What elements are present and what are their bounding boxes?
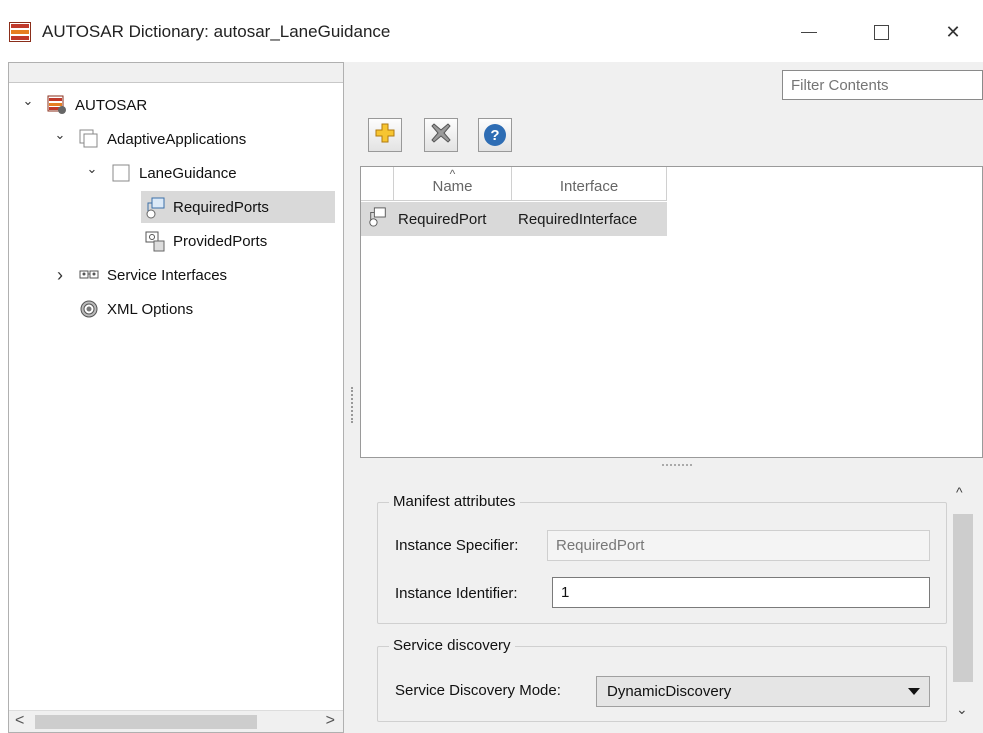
scroll-up-icon[interactable]: ^ [956,484,963,500]
ports-table: ^ Name Interface RequiredPort RequiredIn… [360,166,983,458]
filter-contents-input[interactable] [782,70,983,100]
tree-horizontal-scrollbar[interactable]: < > [9,710,343,732]
service-discovery-mode-label: Service Discovery Mode: [395,682,561,699]
minimize-button[interactable] [786,14,832,50]
scrollbar-thumb[interactable] [35,715,257,729]
table-row[interactable]: RequiredPort RequiredInterface [361,202,667,236]
cell-name: RequiredPort [398,210,487,228]
gear-icon [79,299,99,319]
column-header-name[interactable]: ^ Name [394,167,512,201]
tree-item-label: RequiredPorts [173,198,269,216]
splitter-grip-icon [351,387,353,423]
tree-item-required-ports[interactable]: RequiredPorts [141,191,335,223]
maximize-button[interactable] [858,14,904,50]
scroll-left-icon[interactable]: < [15,712,24,730]
tree-item-lane-guidance[interactable]: ⌄ LaneGuidance [85,157,237,189]
tree-item-label: XML Options [107,300,194,318]
chevron-down-icon[interactable]: ⌄ [53,127,67,143]
close-button[interactable]: ✕ [930,14,976,50]
tree-item-label: ProvidedPorts [173,232,268,250]
dropdown-arrow-icon [908,688,920,695]
service-discovery-mode-select[interactable]: DynamicDiscovery [596,676,930,707]
delete-icon [430,122,452,148]
delete-button[interactable] [424,118,458,152]
chevron-right-icon[interactable]: › [53,265,67,286]
tree-item-provided-ports[interactable]: ProvidedPorts [145,225,267,257]
tree-item-xml-options[interactable]: XML Options [79,293,193,325]
instance-specifier-label: Instance Specifier: [395,537,519,554]
add-icon [374,122,396,148]
package-icon [79,129,99,149]
sort-ascending-icon: ^ [449,167,456,181]
required-port-icon [145,197,165,219]
help-button[interactable]: ? [478,118,512,152]
instance-specifier-field: RequiredPort [547,530,930,561]
manifest-attributes-legend: Manifest attributes [389,493,520,510]
scroll-right-icon[interactable]: > [326,712,335,730]
autosar-dictionary-app-icon [9,22,31,42]
maximize-icon [873,24,889,40]
autosar-root-icon [47,95,67,115]
grid-properties-splitter[interactable] [360,458,983,474]
toolbar: ? [358,110,983,166]
close-icon: ✕ [945,21,961,42]
tree-item-label: LaneGuidance [139,164,237,182]
required-port-icon [368,207,388,231]
component-icon [111,163,131,183]
help-icon: ? [484,124,506,146]
minimize-icon [801,31,817,33]
splitter-grip-icon [662,464,692,466]
chevron-down-icon[interactable]: ⌄ [21,93,35,109]
cell-interface: RequiredInterface [518,210,638,228]
properties-panel: Manifest attributes Instance Specifier: … [360,474,983,733]
tree-item-service-interfaces[interactable]: › Service Interfaces [53,259,227,291]
instance-identifier-label: Instance Identifier: [395,585,518,602]
tree-item-adaptive-applications[interactable]: ⌄ AdaptiveApplications [53,123,246,155]
tree-item-label: AUTOSAR [75,96,148,114]
add-button[interactable] [368,118,402,152]
service-interface-icon [79,265,99,285]
tree-item-label: AdaptiveApplications [107,130,247,148]
chevron-down-icon[interactable]: ⌄ [85,161,99,177]
provided-port-icon [145,231,165,252]
tree-item-autosar[interactable]: ⌄ AUTOSAR [21,89,147,121]
title-bar: AUTOSAR Dictionary: autosar_LaneGuidance… [0,0,983,62]
properties-vertical-scrollbar[interactable]: ^ ⌄ [951,474,975,720]
instance-identifier-field[interactable]: 1 [552,577,930,608]
column-header-interface[interactable]: Interface [512,167,667,201]
window-title: AUTOSAR Dictionary: autosar_LaneGuidance [42,22,391,41]
tree-item-label: Service Interfaces [107,266,228,284]
table-header: ^ Name Interface [361,167,667,201]
scrollbar-thumb[interactable] [953,514,973,682]
scroll-down-icon[interactable]: ⌄ [956,701,968,718]
tree-panel: ⌄ AUTOSAR ⌄ AdaptiveApplications ⌄ LaneG… [8,62,344,733]
service-discovery-legend: Service discovery [389,637,515,654]
